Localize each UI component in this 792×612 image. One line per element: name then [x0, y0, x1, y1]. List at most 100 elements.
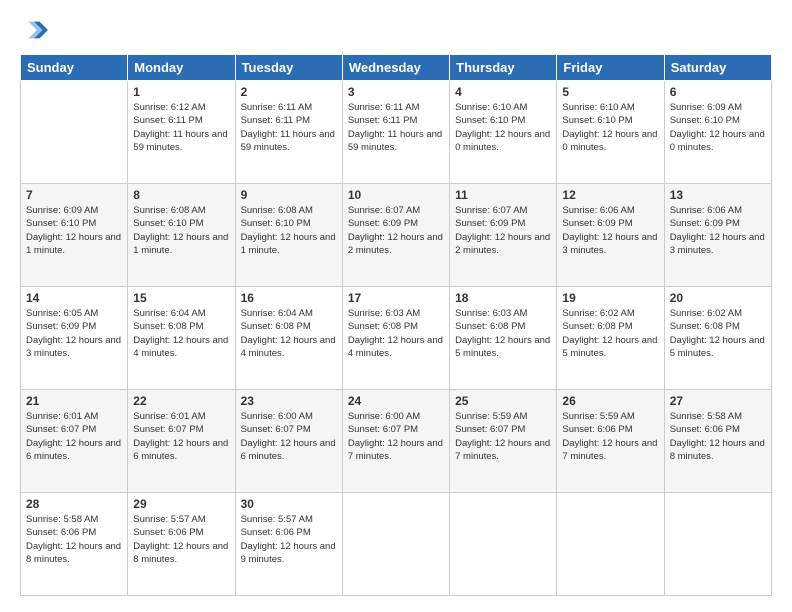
day-info: Sunrise: 6:11 AM Sunset: 6:11 PM Dayligh… [241, 101, 337, 154]
day-number: 28 [26, 497, 122, 511]
day-number: 3 [348, 85, 444, 99]
day-number: 1 [133, 85, 229, 99]
day-number: 24 [348, 394, 444, 408]
col-wednesday: Wednesday [342, 55, 449, 81]
calendar-cell: 4 Sunrise: 6:10 AM Sunset: 6:10 PM Daylig… [450, 81, 557, 184]
day-info: Sunrise: 6:07 AM Sunset: 6:09 PM Dayligh… [455, 204, 551, 257]
day-number: 19 [562, 291, 658, 305]
day-info: Sunrise: 5:59 AM Sunset: 6:07 PM Dayligh… [455, 410, 551, 463]
day-number: 10 [348, 188, 444, 202]
day-info: Sunrise: 6:05 AM Sunset: 6:09 PM Dayligh… [26, 307, 122, 360]
calendar-cell: 28 Sunrise: 5:58 AM Sunset: 6:06 PM Dayli… [21, 493, 128, 596]
day-number: 5 [562, 85, 658, 99]
calendar-cell: 2 Sunrise: 6:11 AM Sunset: 6:11 PM Daylig… [235, 81, 342, 184]
day-info: Sunrise: 6:04 AM Sunset: 6:08 PM Dayligh… [241, 307, 337, 360]
col-thursday: Thursday [450, 55, 557, 81]
logo [20, 16, 52, 44]
calendar-week-row: 14 Sunrise: 6:05 AM Sunset: 6:09 PM Dayli… [21, 287, 772, 390]
day-number: 8 [133, 188, 229, 202]
day-info: Sunrise: 6:03 AM Sunset: 6:08 PM Dayligh… [455, 307, 551, 360]
day-info: Sunrise: 6:08 AM Sunset: 6:10 PM Dayligh… [133, 204, 229, 257]
day-number: 12 [562, 188, 658, 202]
calendar-cell [342, 493, 449, 596]
day-number: 7 [26, 188, 122, 202]
day-info: Sunrise: 6:00 AM Sunset: 6:07 PM Dayligh… [241, 410, 337, 463]
day-info: Sunrise: 5:58 AM Sunset: 6:06 PM Dayligh… [26, 513, 122, 566]
calendar-table: Sunday Monday Tuesday Wednesday Thursday… [20, 54, 772, 596]
day-number: 2 [241, 85, 337, 99]
calendar-cell: 30Sunrise: 5:57 AM Sunset: 6:06 PM Dayli… [235, 493, 342, 596]
calendar-cell: 29 Sunrise: 5:57 AM Sunset: 6:06 PM Dayli… [128, 493, 235, 596]
day-number: 13 [670, 188, 766, 202]
calendar-cell: 17 Sunrise: 6:03 AM Sunset: 6:08 PM Dayli… [342, 287, 449, 390]
calendar-cell: 12 Sunrise: 6:06 AM Sunset: 6:09 PM Dayli… [557, 184, 664, 287]
col-tuesday: Tuesday [235, 55, 342, 81]
calendar-cell: 15 Sunrise: 6:04 AM Sunset: 6:08 PM Dayli… [128, 287, 235, 390]
page: Sunday Monday Tuesday Wednesday Thursday… [0, 0, 792, 612]
day-info: Sunrise: 6:09 AM Sunset: 6:10 PM Dayligh… [26, 204, 122, 257]
day-info: Sunrise: 5:57 AM Sunset: 6:06 PM Dayligh… [133, 513, 229, 566]
day-info: Sunrise: 6:09 AM Sunset: 6:10 PM Dayligh… [670, 101, 766, 154]
col-saturday: Saturday [664, 55, 771, 81]
day-info: Sunrise: 6:02 AM Sunset: 6:08 PM Dayligh… [670, 307, 766, 360]
day-info: Sunrise: 6:00 AM Sunset: 6:07 PM Dayligh… [348, 410, 444, 463]
calendar-cell [557, 493, 664, 596]
calendar-cell: 6 Sunrise: 6:09 AM Sunset: 6:10 PM Daylig… [664, 81, 771, 184]
calendar-cell: 10 Sunrise: 6:07 AM Sunset: 6:09 PM Dayli… [342, 184, 449, 287]
calendar-cell [450, 493, 557, 596]
day-number: 25 [455, 394, 551, 408]
day-info: Sunrise: 5:59 AM Sunset: 6:06 PM Dayligh… [562, 410, 658, 463]
day-number: 29 [133, 497, 229, 511]
day-number: 20 [670, 291, 766, 305]
day-info: Sunrise: 6:10 AM Sunset: 6:10 PM Dayligh… [562, 101, 658, 154]
calendar-cell: 13 Sunrise: 6:06 AM Sunset: 6:09 PM Dayli… [664, 184, 771, 287]
day-info: Sunrise: 6:06 AM Sunset: 6:09 PM Dayligh… [562, 204, 658, 257]
calendar-week-row: 21 Sunrise: 6:01 AM Sunset: 6:07 PM Dayli… [21, 390, 772, 493]
calendar-cell: 1Sunrise: 6:12 AM Sunset: 6:11 PM Daylig… [128, 81, 235, 184]
calendar-cell [664, 493, 771, 596]
day-info: Sunrise: 6:07 AM Sunset: 6:09 PM Dayligh… [348, 204, 444, 257]
day-number: 16 [241, 291, 337, 305]
day-info: Sunrise: 6:03 AM Sunset: 6:08 PM Dayligh… [348, 307, 444, 360]
calendar-week-row: 7 Sunrise: 6:09 AM Sunset: 6:10 PM Daylig… [21, 184, 772, 287]
day-number: 11 [455, 188, 551, 202]
calendar-cell: 16 Sunrise: 6:04 AM Sunset: 6:08 PM Dayli… [235, 287, 342, 390]
day-info: Sunrise: 6:08 AM Sunset: 6:10 PM Dayligh… [241, 204, 337, 257]
day-number: 18 [455, 291, 551, 305]
day-info: Sunrise: 6:01 AM Sunset: 6:07 PM Dayligh… [133, 410, 229, 463]
day-info: Sunrise: 6:02 AM Sunset: 6:08 PM Dayligh… [562, 307, 658, 360]
day-number: 21 [26, 394, 122, 408]
calendar-cell: 3Sunrise: 6:11 AM Sunset: 6:11 PM Daylig… [342, 81, 449, 184]
calendar-cell: 24 Sunrise: 6:00 AM Sunset: 6:07 PM Dayli… [342, 390, 449, 493]
day-info: Sunrise: 5:58 AM Sunset: 6:06 PM Dayligh… [670, 410, 766, 463]
calendar-cell: 7 Sunrise: 6:09 AM Sunset: 6:10 PM Daylig… [21, 184, 128, 287]
day-number: 4 [455, 85, 551, 99]
header [20, 16, 772, 44]
day-number: 6 [670, 85, 766, 99]
calendar-cell: 18 Sunrise: 6:03 AM Sunset: 6:08 PM Dayli… [450, 287, 557, 390]
calendar-cell: 25 Sunrise: 5:59 AM Sunset: 6:07 PM Dayli… [450, 390, 557, 493]
calendar-cell: 20 Sunrise: 6:02 AM Sunset: 6:08 PM Dayli… [664, 287, 771, 390]
calendar-cell: 19 Sunrise: 6:02 AM Sunset: 6:08 PM Dayli… [557, 287, 664, 390]
calendar-cell: 9Sunrise: 6:08 AM Sunset: 6:10 PM Daylig… [235, 184, 342, 287]
calendar-cell: 21 Sunrise: 6:01 AM Sunset: 6:07 PM Dayli… [21, 390, 128, 493]
day-info: Sunrise: 6:01 AM Sunset: 6:07 PM Dayligh… [26, 410, 122, 463]
day-number: 22 [133, 394, 229, 408]
calendar-cell: 23Sunrise: 6:00 AM Sunset: 6:07 PM Dayli… [235, 390, 342, 493]
day-number: 15 [133, 291, 229, 305]
calendar-cell: 27 Sunrise: 5:58 AM Sunset: 6:06 PM Dayli… [664, 390, 771, 493]
day-number: 14 [26, 291, 122, 305]
calendar-week-row: 1Sunrise: 6:12 AM Sunset: 6:11 PM Daylig… [21, 81, 772, 184]
calendar-week-row: 28 Sunrise: 5:58 AM Sunset: 6:06 PM Dayli… [21, 493, 772, 596]
day-info: Sunrise: 6:10 AM Sunset: 6:10 PM Dayligh… [455, 101, 551, 154]
day-info: Sunrise: 5:57 AM Sunset: 6:06 PM Dayligh… [241, 513, 337, 566]
calendar-header-row: Sunday Monday Tuesday Wednesday Thursday… [21, 55, 772, 81]
calendar-cell [21, 81, 128, 184]
calendar-cell: 22 Sunrise: 6:01 AM Sunset: 6:07 PM Dayli… [128, 390, 235, 493]
logo-icon [20, 16, 48, 44]
day-number: 27 [670, 394, 766, 408]
col-sunday: Sunday [21, 55, 128, 81]
day-info: Sunrise: 6:04 AM Sunset: 6:08 PM Dayligh… [133, 307, 229, 360]
day-number: 17 [348, 291, 444, 305]
day-info: Sunrise: 6:06 AM Sunset: 6:09 PM Dayligh… [670, 204, 766, 257]
